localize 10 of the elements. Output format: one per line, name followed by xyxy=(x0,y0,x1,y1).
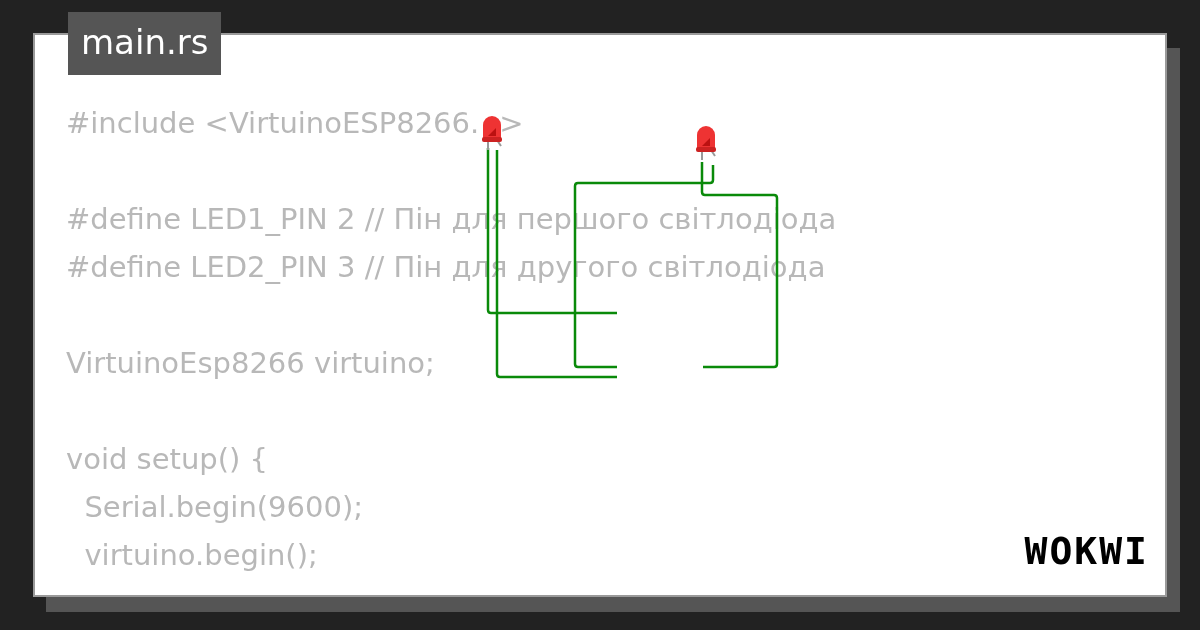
code-line: VirtuinoEsp8266 virtuino; xyxy=(66,345,435,382)
code-line: #include <VirtuinoESP8266. xyxy=(66,105,480,142)
code-line: virtuino.begin(); xyxy=(83,537,318,574)
led-icon xyxy=(482,116,502,151)
code-line: > xyxy=(499,105,524,142)
code-line: Serial.begin(9600); xyxy=(83,489,363,526)
code-line: void setup() { xyxy=(66,441,268,478)
file-tab[interactable]: main.rs xyxy=(68,12,222,75)
led-icon xyxy=(696,126,716,161)
wokwi-logo: WOKWI xyxy=(1024,529,1149,573)
